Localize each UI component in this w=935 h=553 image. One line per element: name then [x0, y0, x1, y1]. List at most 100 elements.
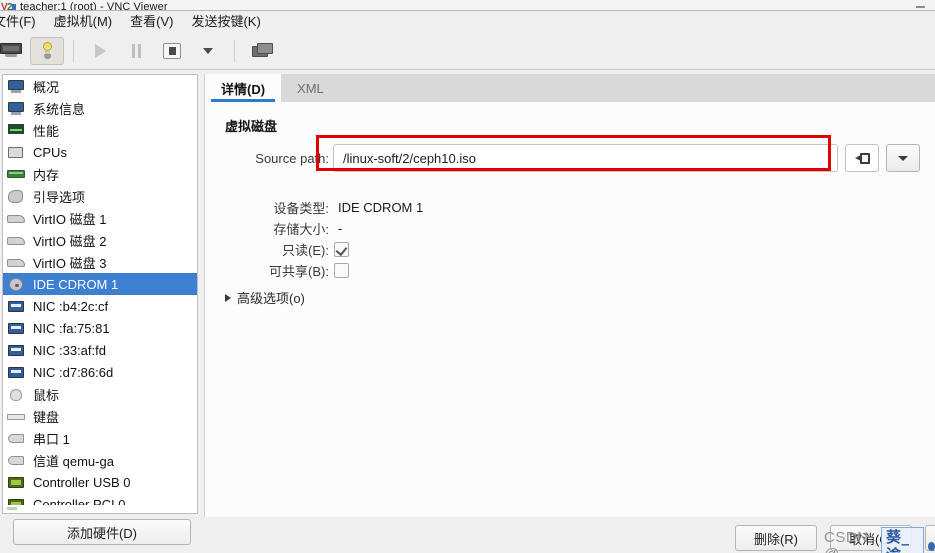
browse-source-button[interactable] — [845, 144, 879, 172]
controller-icon — [7, 475, 26, 490]
tab-details[interactable]: 详情(D) — [205, 74, 282, 102]
menubar: 文件(F) 虚拟机(M) 查看(V) 发送按键(K) — [0, 11, 935, 32]
delete-label: 删除(R) — [753, 531, 799, 547]
sidebar-item-virtio-disk-2[interactable]: VirtIO 磁盘 2 — [3, 229, 197, 251]
sidebar-item-nic-b4-2c-cf[interactable]: NIC :b4:2c:cf — [3, 295, 197, 317]
sidebar-item-label: VirtIO 磁盘 3 — [33, 255, 107, 271]
storage-size-label: 存储大小: — [273, 222, 329, 237]
sidebar-item-label: NIC :fa:75:81 — [33, 320, 110, 336]
monitor-icon — [0, 43, 22, 58]
sidebar-item-nic-fa-75-81[interactable]: NIC :fa:75:81 — [3, 317, 197, 339]
network-icon — [7, 365, 26, 380]
device-type-value: IDE CDROM 1 — [338, 200, 424, 215]
watermark: CSDN @ 葵_渝 — [824, 527, 935, 553]
hardware-list[interactable]: 概况 系统信息 性能 CPUs 内存 引导选项 VirtIO 磁盘 1 Virt… — [2, 74, 198, 514]
storage-size-row: 存储大小: - — [225, 219, 342, 238]
menu-file[interactable]: 文件(F) — [0, 11, 45, 32]
sidebar-item-keyboard[interactable]: 键盘 — [3, 405, 197, 427]
watermark-handle: 葵_渝 — [881, 527, 924, 553]
advanced-options-toggle[interactable]: 高级选项(o) — [225, 288, 305, 307]
console-view-button[interactable] — [0, 37, 28, 65]
sidebar-item-label: 性能 — [33, 123, 60, 139]
device-type-row: 设备类型: IDE CDROM 1 — [225, 198, 423, 217]
details-form: 虚拟磁盘 Source path: /linux-soft/2/ceph10.i… — [205, 102, 935, 517]
sidebar-item-serial-1[interactable]: 串口 1 — [3, 427, 197, 449]
pause-button[interactable] — [119, 37, 153, 65]
toolbar — [0, 32, 935, 70]
disk-icon — [7, 255, 26, 270]
sidebar-item-system-info[interactable]: 系统信息 — [3, 97, 197, 119]
sidebar-item-ide-cdrom-1[interactable]: IDE CDROM 1 — [3, 273, 197, 295]
sidebar-item-performance[interactable]: 性能 — [3, 119, 197, 141]
memory-icon — [7, 167, 26, 182]
hardware-list-scroll-indicator[interactable] — [7, 505, 195, 512]
sidebar-item-label: Controller USB 0 — [33, 474, 131, 490]
run-button[interactable] — [83, 37, 117, 65]
menu-virtual-machine[interactable]: 虚拟机(M) — [45, 11, 122, 32]
readonly-label: 只读(E): — [282, 243, 329, 258]
monitor-icon — [7, 101, 26, 116]
sidebar-item-label: 内存 — [33, 167, 60, 183]
screenshot-root: V2 teacher:1 (root) - VNC Viewer 文件(F) 虚… — [0, 0, 935, 553]
advanced-options-label: 高级选项(o) — [237, 291, 305, 306]
source-path-row: Source path: /linux-soft/2/ceph10.iso — [225, 144, 920, 172]
chevron-down-icon — [898, 155, 908, 161]
toolbar-separator — [73, 39, 74, 62]
monitor-icon — [7, 79, 26, 94]
source-path-input[interactable]: /linux-soft/2/ceph10.iso — [333, 144, 838, 172]
menu-view[interactable]: 查看(V) — [121, 11, 182, 32]
readonly-checkbox[interactable] — [334, 242, 349, 257]
performance-graph-icon — [7, 123, 26, 138]
device-type-label: 设备类型: — [273, 201, 329, 216]
play-icon — [94, 43, 106, 58]
disk-icon — [7, 233, 26, 248]
shareable-row: 可共享(B): — [225, 261, 349, 280]
tab-xml[interactable]: XML — [281, 74, 340, 102]
channel-icon — [7, 453, 26, 468]
network-icon — [7, 321, 26, 336]
tab-details-label: 详情(D) — [221, 81, 266, 97]
sidebar-item-nic-d7-86-6d[interactable]: NIC :d7:86:6d — [3, 361, 197, 383]
sidebar-item-overview[interactable]: 概况 — [3, 75, 197, 97]
sidebar-item-memory[interactable]: 内存 — [3, 163, 197, 185]
pause-icon — [131, 43, 142, 58]
serial-port-icon — [7, 431, 26, 446]
cdrom-icon — [7, 277, 26, 292]
sidebar-item-virtio-disk-1[interactable]: VirtIO 磁盘 1 — [3, 207, 197, 229]
add-hardware-label: 添加硬件(D) — [66, 525, 138, 541]
sidebar-item-virtio-disk-3[interactable]: VirtIO 磁盘 3 — [3, 251, 197, 273]
sidebar-item-channel-qemu-ga[interactable]: 信道 qemu-ga — [3, 449, 197, 471]
screens-icon — [252, 42, 274, 59]
sidebar-item-cpus[interactable]: CPUs — [3, 141, 197, 163]
shareable-label: 可共享(B): — [269, 264, 329, 279]
mouse-icon — [7, 387, 26, 402]
tab-xml-label: XML — [297, 80, 324, 96]
menu-send-key[interactable]: 发送按键(K) — [182, 11, 269, 32]
sidebar-item-nic-33-af-fd[interactable]: NIC :33:af:fd — [3, 339, 197, 361]
network-icon — [7, 299, 26, 314]
snapshots-button[interactable] — [246, 37, 280, 65]
details-panel: 详情(D) XML 虚拟磁盘 Source path: /linux-soft/… — [204, 74, 935, 517]
sidebar-item-label: 鼠标 — [33, 387, 60, 403]
minimize-icon[interactable] — [916, 6, 925, 8]
lightbulb-icon — [41, 41, 54, 60]
boot-options-icon — [7, 189, 26, 204]
sidebar-item-label: VirtIO 磁盘 1 — [33, 211, 107, 227]
delete-button[interactable]: 删除(R) — [735, 525, 817, 551]
source-dropdown-button[interactable] — [886, 144, 920, 172]
sidebar-item-label: 引导选项 — [33, 189, 86, 205]
add-hardware-button[interactable]: 添加硬件(D) — [13, 519, 191, 545]
shutdown-button[interactable] — [155, 37, 189, 65]
sidebar-item-mouse[interactable]: 鼠标 — [3, 383, 197, 405]
shutdown-menu-button[interactable] — [191, 37, 225, 65]
show-details-button[interactable] — [30, 36, 64, 65]
sidebar-item-label: CPUs — [33, 144, 67, 160]
shareable-checkbox[interactable] — [334, 263, 349, 278]
sidebar-item-controller-usb-0[interactable]: Controller USB 0 — [3, 471, 197, 493]
sidebar-item-boot-options[interactable]: 引导选项 — [3, 185, 197, 207]
sidebar-item-label: NIC :33:af:fd — [33, 342, 106, 358]
tabstrip: 详情(D) XML — [205, 74, 935, 102]
stop-icon — [163, 42, 181, 59]
disk-icon — [7, 211, 26, 226]
sidebar-item-label: 串口 1 — [33, 431, 70, 447]
